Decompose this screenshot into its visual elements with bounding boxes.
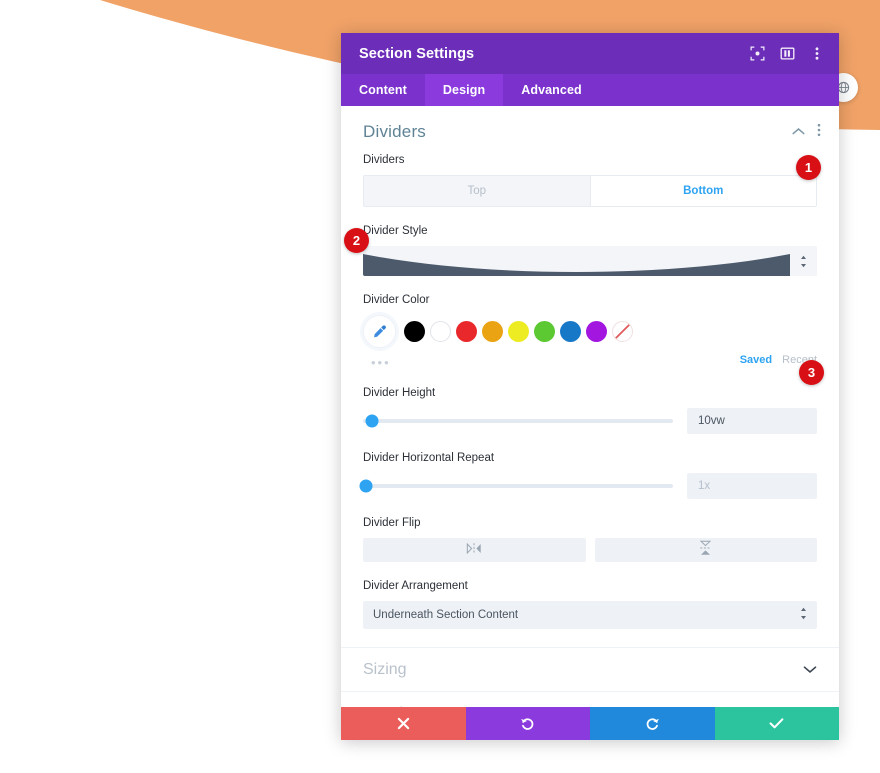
modal-footer (341, 707, 839, 740)
field-divider-height: Divider Height 10vw (341, 387, 839, 434)
slider-knob[interactable] (365, 414, 379, 428)
chevron-down-icon[interactable] (803, 705, 817, 708)
divider-horizontal-repeat-label: Divider Horizontal Repeat (363, 452, 495, 464)
settings-scroll-area: Dividers Dividers Top Bottom Divider Sty… (341, 106, 839, 707)
swatch-green[interactable] (534, 321, 555, 342)
field-divider-style: Divider Style (341, 225, 839, 276)
tab-design[interactable]: Design (424, 74, 504, 106)
field-divider-flip: Divider Flip (341, 517, 839, 562)
dividers-toggle-group: Top Bottom (363, 175, 817, 207)
updown-arrows-icon[interactable] (790, 246, 817, 276)
dividers-label: Dividers (363, 154, 405, 166)
undo-icon (520, 716, 535, 731)
page-title: Section Settings (359, 45, 475, 62)
redo-button[interactable] (590, 707, 715, 740)
divider-flip-label: Divider Flip (363, 517, 421, 529)
eyedropper-icon[interactable] (363, 315, 396, 348)
modal-tabs: Content Design Advanced (341, 74, 839, 106)
step-badge-1: 1 (796, 155, 821, 180)
divider-horizontal-repeat-slider[interactable] (359, 479, 673, 493)
more-colors-dots[interactable]: ••• (371, 356, 391, 369)
divider-height-row: 10vw (363, 408, 817, 434)
saved-tab[interactable]: Saved (740, 354, 772, 366)
close-icon (397, 717, 410, 730)
swatch-purple[interactable] (586, 321, 607, 342)
field-divider-arrangement: Divider Arrangement Underneath Section C… (341, 580, 839, 629)
redo-icon (645, 716, 660, 731)
flip-vertical-button[interactable] (594, 538, 817, 562)
divider-horizontal-repeat-row: 1x (359, 473, 817, 499)
swatch-red[interactable] (456, 321, 477, 342)
flip-horizontal-button[interactable] (363, 538, 586, 562)
more-vertical-icon[interactable] (817, 123, 821, 142)
section-actions (792, 123, 821, 142)
divider-height-label: Divider Height (363, 387, 436, 399)
section-sizing[interactable]: Sizing (341, 647, 839, 691)
divider-arrangement-value: Underneath Section Content (373, 609, 519, 621)
toggle-option-bottom[interactable]: Bottom (589, 176, 816, 206)
toggle-option-top[interactable]: Top (364, 176, 590, 206)
divider-style-select[interactable] (363, 246, 817, 276)
slider-knob[interactable] (359, 479, 373, 493)
divider-style-label: Divider Style (363, 225, 428, 237)
swatch-white[interactable] (430, 321, 451, 342)
divider-height-input[interactable]: 10vw (687, 408, 817, 434)
panel-layout-icon[interactable] (779, 46, 795, 62)
divider-height-slider[interactable] (363, 414, 673, 428)
flip-horizontal-icon (466, 541, 482, 559)
section-sizing-label: Sizing (363, 660, 407, 678)
chevron-up-icon[interactable] (792, 123, 805, 141)
field-divider-color: Divider Color ••• Saved Recent (341, 294, 839, 369)
more-vertical-icon[interactable] (809, 46, 825, 62)
step-badge-2: 2 (344, 228, 369, 253)
focus-icon[interactable] (749, 46, 765, 62)
tab-advanced[interactable]: Advanced (503, 74, 600, 106)
section-title: Dividers (363, 122, 427, 141)
field-dividers-toggle: Dividers Top Bottom (341, 154, 839, 207)
divider-color-label: Divider Color (363, 294, 430, 306)
flip-vertical-icon (700, 540, 712, 561)
section-spacing-label: Spacing (363, 705, 803, 708)
swatch-footer: ••• Saved Recent (363, 350, 817, 370)
modal-body: Dividers Dividers Top Bottom Divider Sty… (341, 106, 839, 707)
save-button[interactable] (714, 707, 839, 740)
modal-header: Section Settings (341, 33, 839, 74)
check-icon (769, 717, 784, 730)
divider-arrangement-label: Divider Arrangement (363, 580, 468, 592)
divider-arrangement-select[interactable]: Underneath Section Content (363, 601, 817, 629)
tab-content[interactable]: Content (341, 74, 425, 106)
swatch-yellow[interactable] (508, 321, 529, 342)
color-swatch-row (363, 315, 817, 348)
divider-horizontal-repeat-input[interactable]: 1x (687, 473, 817, 499)
field-divider-horizontal-repeat: Divider Horizontal Repeat 1x (341, 452, 839, 499)
swatch-transparent[interactable] (612, 321, 633, 342)
swatch-black[interactable] (404, 321, 425, 342)
section-spacing[interactable]: Spacing (341, 691, 839, 707)
section-header-dividers[interactable]: Dividers (341, 106, 839, 154)
divider-flip-buttons (363, 538, 817, 562)
curve-divider-preview (363, 246, 790, 276)
undo-button[interactable] (465, 707, 590, 740)
header-icon-group (749, 46, 825, 62)
section-settings-modal: Section Settings Content Design Advanced… (341, 33, 839, 740)
swatch-orange[interactable] (482, 321, 503, 342)
step-badge-3: 3 (799, 360, 824, 385)
swatch-blue[interactable] (560, 321, 581, 342)
chevron-down-icon[interactable] (803, 661, 817, 679)
cancel-button[interactable] (341, 707, 466, 740)
updown-arrows-icon[interactable] (800, 607, 807, 623)
